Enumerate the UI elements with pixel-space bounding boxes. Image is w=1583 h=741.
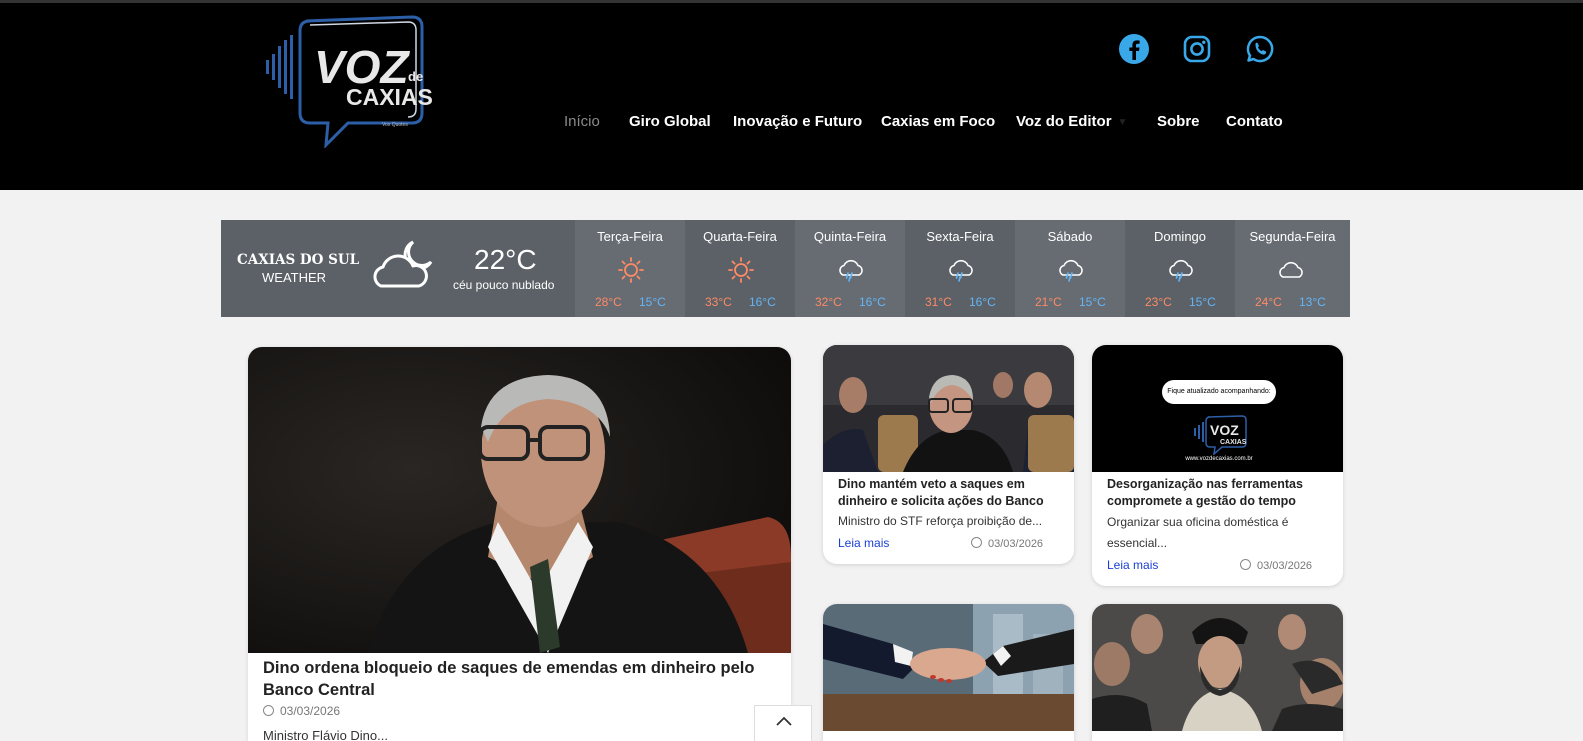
forecast-low: 15°C xyxy=(639,295,666,309)
read-more-link[interactable]: Leia mais xyxy=(1107,558,1158,572)
sun-icon xyxy=(618,257,644,283)
forecast-low: 13°C xyxy=(1299,295,1326,309)
article-card-excerpt: Organizar sua oficina doméstica é essenc… xyxy=(1107,515,1289,550)
article-card-title[interactable]: Desorganização nas ferramentas compromet… xyxy=(1107,476,1332,510)
instagram-icon[interactable] xyxy=(1181,33,1213,65)
forecast-low: 16°C xyxy=(859,295,886,309)
featured-article[interactable]: Dino ordena bloqueio de saques de emenda… xyxy=(248,347,791,741)
read-more-link[interactable]: Leia mais xyxy=(838,536,889,550)
weather-widget: CAXIAS DO SUL WEATHER 22°C céu pouco nub… xyxy=(221,220,1350,317)
weather-city: CAXIAS DO SUL xyxy=(237,252,360,268)
forecast-day-name: Segunda-Feira xyxy=(1249,229,1336,244)
chevron-down-icon: ▼ xyxy=(1117,116,1128,128)
forecast-day: Terça-Feira 28°C 15°C xyxy=(575,220,685,317)
forecast-high: 33°C xyxy=(705,295,732,309)
featured-article-date: 03/03/2026 xyxy=(263,704,340,718)
cloud-moon-icon xyxy=(369,238,437,292)
rain-cloud-icon xyxy=(1059,259,1083,282)
article-card[interactable] xyxy=(823,604,1074,741)
forecast-day-name: Quarta-Feira xyxy=(703,229,777,244)
main-nav: Início Giro Global Inovação e Futuro Cax… xyxy=(0,113,1583,135)
rain-cloud-icon xyxy=(839,259,863,282)
cloud-icon xyxy=(1279,261,1303,278)
forecast-high: 32°C xyxy=(815,295,842,309)
forecast-low: 16°C xyxy=(749,295,776,309)
clock-icon xyxy=(1240,559,1251,570)
nav-item-giro-global[interactable]: Giro Global xyxy=(629,113,711,130)
banner-url: www.vozdecaxias.com.br xyxy=(1185,456,1253,462)
weather-forecast: Terça-Feira 28°C 15°C Quarta-Feira 33°C … xyxy=(575,220,1350,317)
forecast-low: 16°C xyxy=(969,295,996,309)
forecast-day: Segunda-Feira 24°C 13°C xyxy=(1235,220,1350,317)
article-card-title[interactable]: Dino mantém veto a saques em dinheiro e … xyxy=(838,476,1063,510)
forecast-day: Sábado 21°C 15°C xyxy=(1015,220,1125,317)
nav-item-sobre[interactable]: Sobre xyxy=(1157,113,1200,130)
weather-label: WEATHER xyxy=(262,270,327,285)
forecast-high: 31°C xyxy=(925,295,952,309)
forecast-day: Domingo 23°C 15°C xyxy=(1125,220,1235,317)
forecast-day-name: Sábado xyxy=(1047,229,1093,244)
featured-article-date-text: 03/03/2026 xyxy=(280,704,341,718)
forecast-low: 15°C xyxy=(1189,295,1216,309)
facebook-icon[interactable] xyxy=(1118,33,1150,65)
forecast-high: 24°C xyxy=(1255,295,1282,309)
banner-pill: Fique atualizado acompanhando: xyxy=(1162,380,1276,404)
rain-cloud-icon xyxy=(949,259,973,282)
nav-item-voz-do-editor[interactable]: Voz do Editor ▼ xyxy=(1016,113,1127,130)
weather-description: céu pouco nublado xyxy=(453,278,555,292)
nav-item-contato[interactable]: Contato xyxy=(1226,113,1283,130)
featured-article-title[interactable]: Dino ordena bloqueio de saques de emenda… xyxy=(263,657,773,701)
article-card-image[interactable]: Fique atualizado acompanhando: VOZ CAXIA… xyxy=(1092,345,1343,472)
article-card[interactable]: Dino mantém veto a saques em dinheiro e … xyxy=(823,345,1074,564)
article-card[interactable] xyxy=(1092,604,1343,741)
logo-text-de: de xyxy=(408,69,423,84)
forecast-high: 28°C xyxy=(595,295,622,309)
featured-article-image[interactable] xyxy=(248,347,791,653)
article-card-date-text: 03/03/2026 xyxy=(988,538,1044,550)
article-card-image[interactable] xyxy=(1092,604,1343,731)
svg-text:CAXIAS: CAXIAS xyxy=(1220,439,1247,446)
whatsapp-icon[interactable] xyxy=(1244,33,1276,65)
article-card-excerpt: Ministro do STF reforça proibição de... xyxy=(838,514,1043,528)
svg-text:VOZ: VOZ xyxy=(1210,422,1239,438)
logo-text-sub: CAXIAS xyxy=(346,84,433,110)
article-card-image[interactable] xyxy=(823,345,1074,472)
clock-icon xyxy=(263,705,274,716)
forecast-day: Quarta-Feira 33°C 16°C xyxy=(685,220,795,317)
article-card-image[interactable] xyxy=(823,604,1074,731)
weather-current-temp: 22°C xyxy=(474,244,537,275)
nav-item-caxias-em-foco[interactable]: Caxias em Foco xyxy=(881,113,995,130)
forecast-day: Sexta-Feira 31°C 16°C xyxy=(905,220,1015,317)
article-card-date-text: 03/03/2026 xyxy=(1257,560,1313,572)
article-card-date: 03/03/2026 xyxy=(971,537,1043,550)
clock-icon xyxy=(971,537,982,548)
forecast-high: 21°C xyxy=(1035,295,1062,309)
featured-article-excerpt: Ministro Flávio Dino... xyxy=(263,728,388,741)
forecast-high: 23°C xyxy=(1145,295,1172,309)
chevron-up-icon xyxy=(776,716,792,726)
forecast-day-name: Sexta-Feira xyxy=(926,229,994,244)
rain-cloud-icon xyxy=(1169,259,1193,282)
forecast-day: Quinta-Feira 32°C 16°C xyxy=(795,220,905,317)
site-logo-mini: VOZ CAXIAS xyxy=(1194,415,1247,455)
nav-item-inovacao-e-futuro[interactable]: Inovação e Futuro xyxy=(733,113,862,130)
forecast-day-name: Domingo xyxy=(1153,229,1207,244)
site-header: VOZ de CAXIAS Vox Quotes Início Giro Glo… xyxy=(0,3,1583,190)
sun-icon xyxy=(728,257,754,283)
article-card-date: 03/03/2026 xyxy=(1240,559,1312,572)
forecast-low: 15°C xyxy=(1079,295,1106,309)
nav-item-inicio[interactable]: Início xyxy=(564,113,600,130)
scroll-to-top-button[interactable] xyxy=(754,705,812,741)
article-card[interactable]: Fique atualizado acompanhando: VOZ CAXIA… xyxy=(1092,345,1343,586)
forecast-day-name: Quinta-Feira xyxy=(813,229,887,244)
nav-item-voz-do-editor-label: Voz do Editor xyxy=(1016,113,1112,130)
forecast-day-name: Terça-Feira xyxy=(597,229,663,244)
